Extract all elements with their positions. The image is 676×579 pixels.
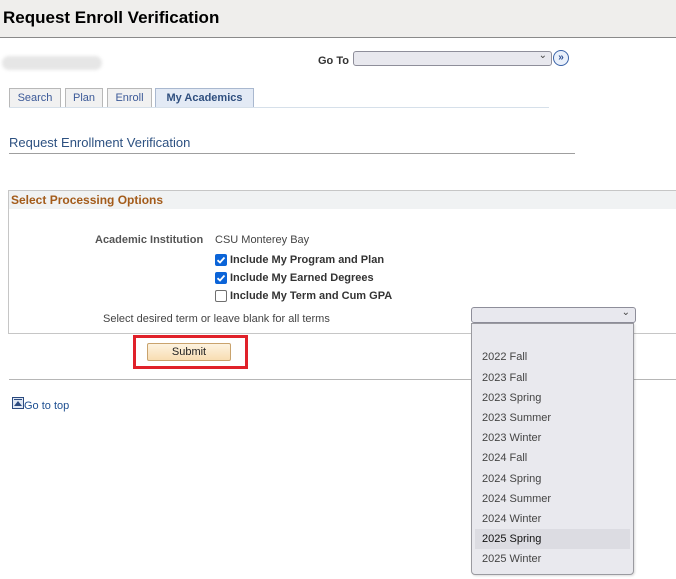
tab-enroll-label: Enroll — [115, 92, 144, 104]
checkbox-unchecked-icon[interactable] — [215, 290, 227, 302]
tab-plan-label: Plan — [72, 92, 96, 104]
term-option[interactable]: 2023 Spring — [475, 388, 630, 408]
tab-my-academics[interactable]: My Academics — [155, 88, 254, 107]
option-label: Include My Program and Plan — [230, 254, 385, 266]
term-dropdown-list: 2022 Fall 2023 Fall 2023 Spring 2023 Sum… — [471, 323, 634, 575]
goto-label: Go To — [318, 55, 349, 67]
page-title: Request Enroll Verification — [3, 8, 220, 27]
tab-search-label: Search — [17, 92, 53, 104]
submit-button[interactable]: Submit — [147, 343, 231, 361]
term-option[interactable]: 2024 Winter — [475, 509, 630, 529]
term-option-blank[interactable] — [475, 326, 630, 346]
goto-select[interactable]: ⌄ — [353, 50, 552, 66]
option-program-plan[interactable]: Include My Program and Plan — [215, 254, 384, 266]
section-divider — [9, 153, 575, 154]
option-label: Include My Earned Degrees — [230, 272, 374, 284]
checkbox-checked-icon[interactable] — [215, 272, 227, 284]
tab-enroll[interactable]: Enroll — [107, 88, 152, 107]
go-to-top-icon — [12, 397, 24, 409]
term-option[interactable]: 2024 Summer — [475, 489, 630, 509]
term-label: Select desired term or leave blank for a… — [103, 313, 330, 325]
term-select[interactable]: ⌄ — [471, 307, 636, 323]
institution-label: Academic Institution — [95, 234, 204, 246]
term-option[interactable]: 2023 Winter — [475, 428, 630, 448]
term-option-hovered[interactable]: 2025 Spring — [475, 529, 630, 549]
term-option[interactable]: 2023 Fall — [475, 368, 630, 388]
term-option[interactable]: 2024 Fall — [475, 448, 630, 468]
chevron-down-icon: ⌄ — [621, 307, 630, 318]
term-option[interactable]: 2024 Spring — [475, 469, 630, 489]
checkbox-checked-icon[interactable] — [215, 254, 227, 266]
groupbox-title: Select Processing Options — [11, 193, 164, 207]
tab-search[interactable]: Search — [9, 88, 61, 107]
chevron-down-icon: ⌄ — [538, 50, 547, 61]
tab-divider — [9, 107, 549, 108]
term-option[interactable]: 2023 Summer — [475, 408, 630, 428]
option-term-cum-gpa[interactable]: Include My Term and Cum GPA — [215, 290, 392, 302]
goto-go-button[interactable]: » — [553, 50, 569, 66]
go-to-top-label[interactable]: Go to top — [24, 400, 69, 412]
tab-my-academics-label: My Academics — [166, 92, 243, 104]
institution-value: CSU Monterey Bay — [215, 234, 310, 246]
term-option[interactable]: 2022 Fall — [475, 347, 630, 367]
tab-plan[interactable]: Plan — [65, 88, 103, 107]
option-earned-degrees[interactable]: Include My Earned Degrees — [215, 272, 374, 284]
section-title: Request Enrollment Verification — [9, 135, 191, 150]
option-label: Include My Term and Cum GPA — [230, 290, 393, 302]
redacted-student-name — [2, 56, 102, 70]
go-to-top-link[interactable]: Go to top — [12, 396, 69, 412]
term-option[interactable]: 2025 Winter — [475, 549, 630, 569]
